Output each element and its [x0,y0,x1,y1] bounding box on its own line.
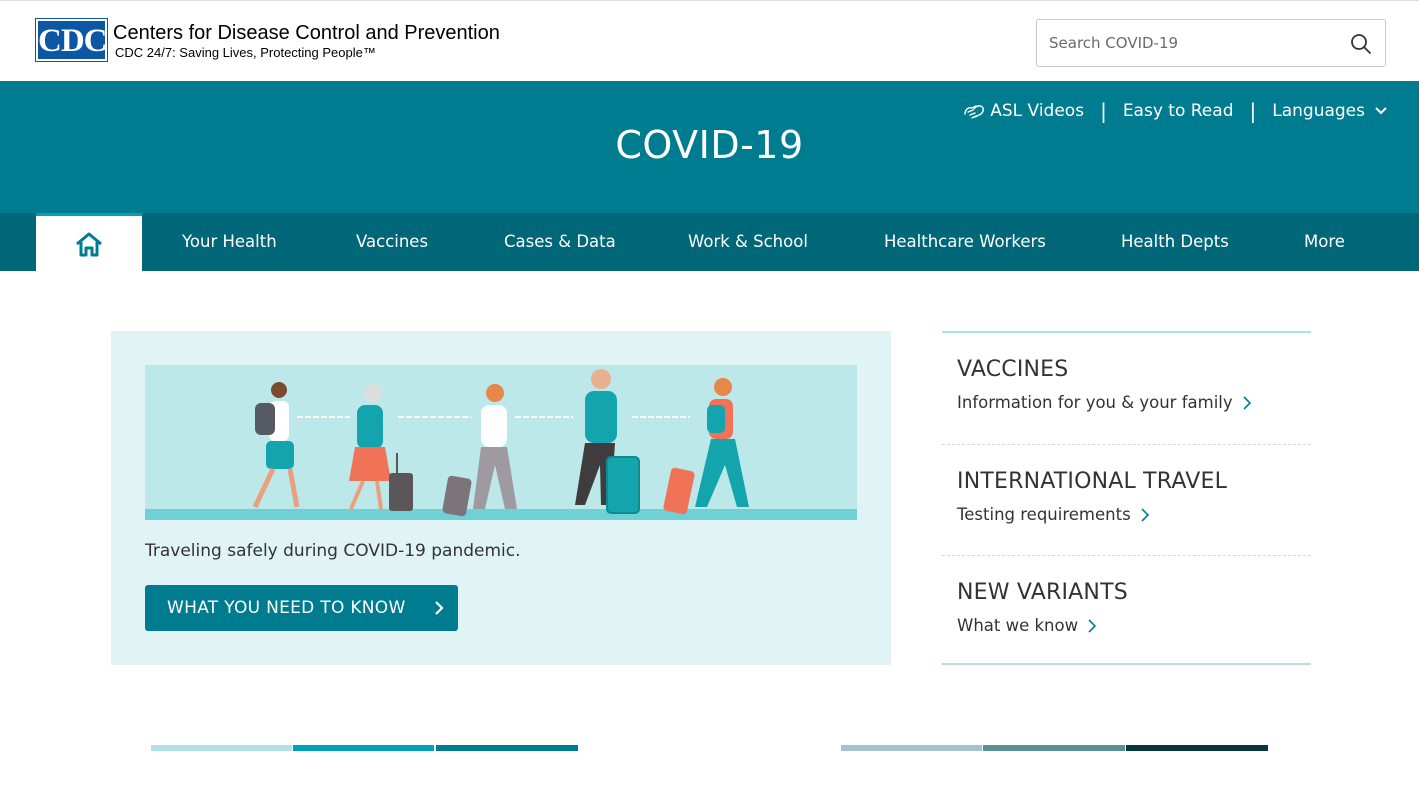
quick-link-subtitle-text: Information for you & your family [957,393,1233,412]
quick-link-subtitle-text: What we know [957,616,1079,635]
languages-dropdown[interactable]: Languages [1272,101,1387,121]
cdc-logo-badge: CDC [35,18,108,62]
asl-videos-label: ASL Videos [990,101,1085,121]
cta-button-label: WHAT YOU NEED TO KNOW [167,598,406,618]
quick-link-international-travel[interactable]: INTERNATIONAL TRAVEL Testing requirement… [942,444,1311,555]
feature-card: Traveling safely during COVID-19 pandemi… [111,331,891,665]
logo-title: Centers for Disease Control and Preventi… [113,22,500,44]
section-divider-bar [151,745,292,751]
home-icon [76,232,102,256]
section-divider-bar [983,745,1125,751]
nav-cases-data[interactable]: Cases & Data [504,213,616,271]
traveler-figure [575,369,640,514]
section-divider-bar [293,745,434,751]
separator: | [1249,99,1257,123]
traveler-figure [252,382,300,509]
easy-to-read-link[interactable]: Easy to Read [1123,101,1234,121]
topic-banner: ASL Videos | Easy to Read | Languages CO… [0,81,1419,213]
logo-text: Centers for Disease Control and Preventi… [113,21,500,61]
section-divider-bar [1126,745,1268,751]
nav-work-school[interactable]: Work & School [688,213,808,271]
quick-link-subtitle[interactable]: What we know [957,616,1097,635]
languages-label: Languages [1272,101,1365,121]
nav-home[interactable] [36,213,142,271]
traveler-figure [442,384,517,517]
quick-link-subtitle[interactable]: Information for you & your family [957,393,1251,412]
traveler-figure [663,378,749,515]
nav-health-depts[interactable]: Health Depts [1121,213,1229,271]
quick-link-new-variants[interactable]: NEW VARIANTS What we know [942,555,1311,666]
site-header: CDC Centers for Disease Control and Prev… [0,0,1419,81]
section-divider-bar [436,745,578,751]
logo-tagline: CDC 24/7: Saving Lives, Protecting Peopl… [115,45,376,60]
travelers-illustration [145,365,857,520]
main-nav: Your Health Vaccines Cases & Data Work &… [0,213,1419,271]
sign-language-hands-icon [964,105,985,119]
chevron-right-icon [1243,395,1251,410]
traveler-figure [349,384,413,511]
feature-caption: Traveling safely during COVID-19 pandemi… [145,541,521,561]
quick-link-title: VACCINES [957,357,1069,382]
chevron-right-icon [1088,618,1097,633]
quick-link-subtitle[interactable]: Testing requirements [957,505,1149,524]
search-icon[interactable] [1349,32,1373,56]
nav-more[interactable]: More [1304,213,1345,271]
page-title: COVID-19 [615,123,804,167]
nav-healthcare-workers[interactable]: Healthcare Workers [884,213,1046,271]
asl-videos-link[interactable]: ASL Videos [962,100,1084,122]
chevron-right-icon [1141,507,1149,522]
search-input[interactable] [1037,20,1337,66]
quick-link-vaccines[interactable]: VACCINES Information for you & your fami… [942,333,1311,444]
quick-link-subtitle-text: Testing requirements [957,505,1131,524]
chevron-down-icon [1375,107,1387,115]
what-you-need-to-know-button[interactable]: WHAT YOU NEED TO KNOW [145,585,458,631]
separator: | [1100,99,1107,123]
search-box [1036,19,1386,67]
nav-vaccines[interactable]: Vaccines [356,213,428,271]
quick-link-title: INTERNATIONAL TRAVEL [957,469,1228,494]
cdc-logo[interactable]: CDC Centers for Disease Control and Prev… [35,18,500,62]
section-divider-bar [841,745,982,751]
nav-your-health[interactable]: Your Health [182,213,277,271]
chevron-right-icon [435,601,444,615]
quick-links-list: VACCINES Information for you & your fami… [942,331,1311,665]
quick-link-title: NEW VARIANTS [957,580,1128,605]
utility-links: ASL Videos | Easy to Read | Languages [962,99,1387,123]
